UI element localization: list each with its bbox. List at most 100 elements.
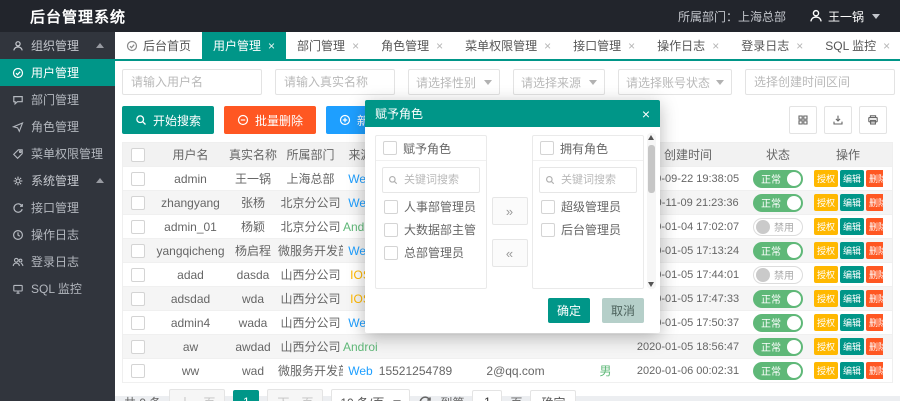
sidebar-group-org[interactable]: 组织管理 [0, 32, 115, 59]
status-toggle[interactable]: 正常 [753, 170, 803, 188]
panel-checkbox[interactable] [383, 141, 397, 155]
close-icon[interactable]: × [436, 39, 443, 53]
assign-search-input[interactable] [402, 173, 474, 187]
authorize-button[interactable]: 授权 [814, 242, 838, 259]
print-button[interactable] [859, 106, 887, 134]
delete-button[interactable]: 删除 [866, 194, 883, 211]
delete-button[interactable]: 删除 [866, 338, 883, 355]
username-input[interactable] [122, 69, 262, 95]
authorize-button[interactable]: 授权 [814, 194, 838, 211]
edit-button[interactable]: 编辑 [840, 170, 864, 187]
search-button[interactable]: 开始搜索 [122, 106, 214, 134]
sidebar-group-system[interactable]: 系统管理 [0, 167, 115, 194]
authorize-button[interactable]: 授权 [814, 266, 838, 283]
page-size-select[interactable]: 10 条/页 [331, 389, 410, 401]
user-menu[interactable]: 王一锅 [809, 8, 880, 25]
scroll-down-icon[interactable] [648, 282, 654, 287]
edit-button[interactable]: 编辑 [840, 362, 864, 379]
sidebar-item-role-mgmt[interactable]: 角色管理 [0, 113, 115, 140]
status-toggle[interactable]: 正常 [753, 194, 803, 212]
row-checkbox[interactable] [131, 244, 145, 258]
status-toggle[interactable]: 正常 [753, 314, 803, 332]
close-icon[interactable]: × [628, 39, 635, 53]
owned-search-input[interactable] [559, 173, 631, 187]
role-item[interactable]: 人事部管理员 [376, 195, 486, 218]
scrollbar-thumb[interactable] [648, 145, 655, 193]
authorize-button[interactable]: 授权 [814, 218, 838, 235]
close-icon[interactable]: × [796, 39, 803, 53]
role-checkbox[interactable] [541, 223, 555, 237]
goto-confirm-button[interactable]: 确定 [530, 390, 576, 401]
row-checkbox[interactable] [131, 172, 145, 186]
move-left-button[interactable]: « [492, 239, 528, 267]
status-toggle[interactable]: 禁用 [753, 266, 803, 284]
close-icon[interactable]: × [883, 39, 890, 53]
tab-sql-monitor[interactable]: SQL 监控× [814, 32, 900, 59]
status-toggle[interactable]: 正常 [753, 362, 803, 380]
source-select[interactable]: 请选择来源 [513, 69, 605, 95]
edit-button[interactable]: 编辑 [840, 242, 864, 259]
status-toggle[interactable]: 禁用 [753, 218, 803, 236]
modal-scrollbar[interactable] [647, 133, 656, 289]
current-page[interactable]: 1 [233, 390, 259, 401]
status-toggle[interactable]: 正常 [753, 338, 803, 356]
cancel-button[interactable]: 取消 [602, 298, 644, 323]
close-icon[interactable]: × [712, 39, 719, 53]
role-checkbox[interactable] [541, 200, 555, 214]
edit-button[interactable]: 编辑 [840, 218, 864, 235]
confirm-button[interactable]: 确定 [548, 298, 590, 323]
close-icon[interactable]: × [544, 39, 551, 53]
columns-filter-button[interactable] [789, 106, 817, 134]
row-checkbox[interactable] [131, 364, 145, 378]
authorize-button[interactable]: 授权 [814, 290, 838, 307]
panel-checkbox[interactable] [540, 141, 554, 155]
row-checkbox[interactable] [131, 340, 145, 354]
goto-page-input[interactable] [472, 390, 502, 401]
delete-button[interactable]: 删除 [866, 362, 883, 379]
row-checkbox[interactable] [131, 292, 145, 306]
sidebar-item-login-log[interactable]: 登录日志 [0, 248, 115, 275]
edit-button[interactable]: 编辑 [840, 338, 864, 355]
scroll-up-icon[interactable] [648, 135, 654, 140]
gender-select[interactable]: 请选择性别 [408, 69, 500, 95]
role-checkbox[interactable] [384, 246, 398, 260]
delete-button[interactable]: 删除 [866, 170, 883, 187]
edit-button[interactable]: 编辑 [840, 314, 864, 331]
authorize-button[interactable]: 授权 [814, 362, 838, 379]
realname-input[interactable] [275, 69, 395, 95]
delete-button[interactable]: 删除 [866, 314, 883, 331]
delete-button[interactable]: 删除 [866, 266, 883, 283]
row-checkbox[interactable] [131, 220, 145, 234]
delete-button[interactable]: 删除 [866, 218, 883, 235]
sidebar-item-sql-monitor[interactable]: SQL 监控 [0, 275, 115, 302]
export-button[interactable] [824, 106, 852, 134]
role-item[interactable]: 超级管理员 [533, 195, 643, 218]
tab-dept-mgmt[interactable]: 部门管理× [286, 32, 370, 59]
close-icon[interactable]: × [268, 39, 275, 53]
sidebar-item-op-log[interactable]: 操作日志 [0, 221, 115, 248]
delete-button[interactable]: 删除 [866, 242, 883, 259]
close-icon[interactable]: × [642, 107, 650, 121]
tab-op-log[interactable]: 操作日志× [646, 32, 730, 59]
edit-button[interactable]: 编辑 [840, 266, 864, 283]
account-status-select[interactable]: 请选择账号状态 [618, 69, 732, 95]
edit-button[interactable]: 编辑 [840, 290, 864, 307]
batch-delete-button[interactable]: 批量删除 [224, 106, 316, 134]
role-checkbox[interactable] [384, 223, 398, 237]
role-checkbox[interactable] [384, 200, 398, 214]
next-page-button[interactable]: 下一页 [267, 389, 323, 401]
delete-button[interactable]: 删除 [866, 290, 883, 307]
role-item[interactable]: 大数据部主管 [376, 218, 486, 241]
tab-role-mgmt[interactable]: 角色管理× [370, 32, 454, 59]
sidebar-item-menu-perm-mgmt[interactable]: 菜单权限管理 [0, 140, 115, 167]
move-right-button[interactable]: » [492, 197, 528, 225]
sidebar-item-user-mgmt[interactable]: 用户管理 [0, 59, 115, 86]
tab-login-log[interactable]: 登录日志× [730, 32, 814, 59]
sidebar-item-dept-mgmt[interactable]: 部门管理 [0, 86, 115, 113]
status-toggle[interactable]: 正常 [753, 242, 803, 260]
edit-button[interactable]: 编辑 [840, 194, 864, 211]
row-checkbox[interactable] [131, 196, 145, 210]
tab-api-mgmt[interactable]: 接口管理× [562, 32, 646, 59]
created-range-input[interactable] [745, 69, 895, 95]
prev-page-button[interactable]: 上一页 [169, 389, 225, 401]
